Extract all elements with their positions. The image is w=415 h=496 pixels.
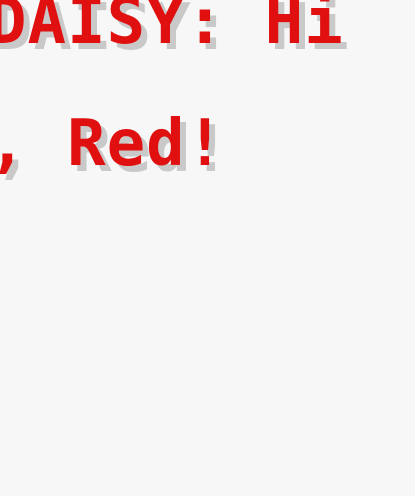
dialog-line-1: DAISY: Hi [0,0,344,59]
dialog-line-2: , Red! [0,107,226,181]
dialog-box: DAISY: Hi , Red! [0,0,415,496]
